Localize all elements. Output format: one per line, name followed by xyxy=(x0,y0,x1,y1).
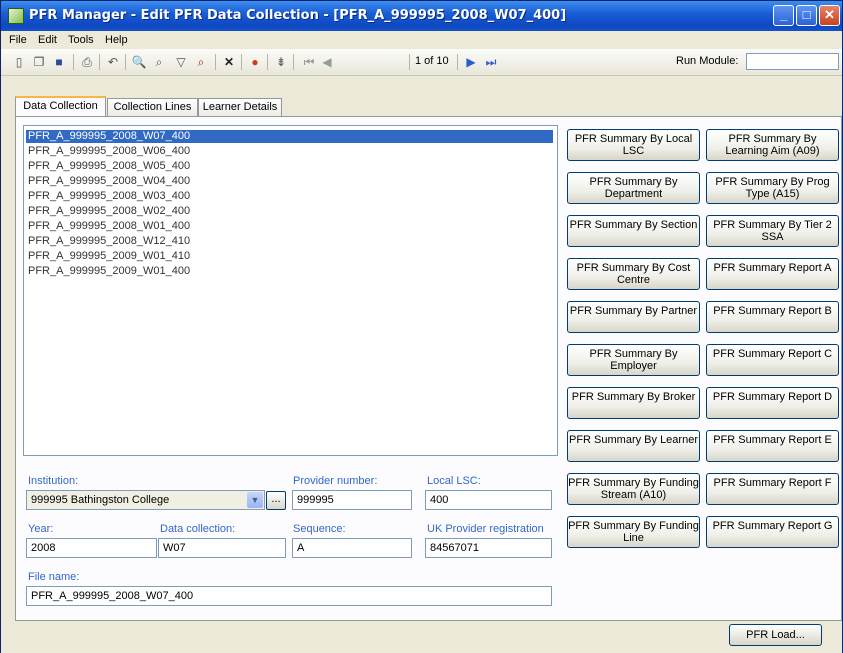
year-label: Year: xyxy=(28,523,54,535)
summary-report-e-button[interactable]: PFR Summary Report E xyxy=(706,430,839,462)
import-icon[interactable]: ⇟ xyxy=(273,54,289,70)
file-name-field[interactable]: PFR_A_999995_2008_W07_400 xyxy=(26,586,552,606)
summary-by-broker-button[interactable]: PFR Summary By Broker xyxy=(567,387,700,419)
summary-by-cost-centre-button[interactable]: PFR Summary By Cost Centre xyxy=(567,258,700,290)
sequence-field[interactable]: A xyxy=(292,538,412,558)
app-window: PFR Manager - Edit PFR Data Collection -… xyxy=(0,0,843,653)
tab-collection-lines[interactable]: Collection Lines xyxy=(107,98,198,116)
data-collection-label: Data collection: xyxy=(160,523,236,535)
copy-icon[interactable]: ❐ xyxy=(31,54,47,70)
summary-by-funding-stream-button[interactable]: PFR Summary By Funding Stream (A10) xyxy=(567,473,700,505)
find-next-icon[interactable]: ⌕ xyxy=(151,54,167,70)
minimize-button[interactable]: _ xyxy=(773,5,794,26)
data-collection-field[interactable]: W07 xyxy=(158,538,286,558)
list-item[interactable]: PFR_A_999995_2008_W06_400 xyxy=(28,145,190,158)
summary-report-c-button[interactable]: PFR Summary Report C xyxy=(706,344,839,376)
list-item[interactable]: PFR_A_999995_2008_W07_400 xyxy=(26,130,553,143)
previous-record-icon[interactable]: ◀ xyxy=(319,54,335,70)
list-item[interactable]: PFR_A_999995_2008_W02_400 xyxy=(28,205,190,218)
run-module-input[interactable] xyxy=(746,53,839,70)
menu-file[interactable]: File xyxy=(9,34,27,46)
window-title: PFR Manager - Edit PFR Data Collection -… xyxy=(29,8,567,23)
filter-icon[interactable]: ▽ xyxy=(173,54,189,70)
first-record-icon[interactable]: ⏮ xyxy=(301,54,317,70)
local-lsc-label: Local LSC: xyxy=(427,475,481,487)
summary-by-funding-line-button[interactable]: PFR Summary By Funding Line xyxy=(567,516,700,548)
delete-icon[interactable]: ✕ xyxy=(221,54,237,70)
tab-data-collection[interactable]: Data Collection xyxy=(15,96,106,116)
menu-tools[interactable]: Tools xyxy=(68,34,94,46)
summary-by-prog-type-button[interactable]: PFR Summary By Prog Type (A15) xyxy=(706,172,839,204)
institution-value: 999995 Bathingston College xyxy=(31,494,170,506)
browse-button[interactable]: ... xyxy=(266,491,286,510)
list-item[interactable]: PFR_A_999995_2008_W04_400 xyxy=(28,175,190,188)
pfr-load-button[interactable]: PFR Load... xyxy=(729,624,822,646)
summary-report-a-button[interactable]: PFR Summary Report A xyxy=(706,258,839,290)
save-icon[interactable]: ■ xyxy=(51,54,67,70)
maximize-button[interactable]: □ xyxy=(796,5,817,26)
menu-help[interactable]: Help xyxy=(105,34,128,46)
summary-report-g-button[interactable]: PFR Summary Report G xyxy=(706,516,839,548)
menu-bar: File Edit Tools Help xyxy=(1,31,842,49)
print-icon[interactable]: ⎙ xyxy=(79,54,95,70)
undo-icon[interactable]: ↶ xyxy=(105,54,121,70)
close-button[interactable]: ✕ xyxy=(819,5,840,26)
title-bar[interactable]: PFR Manager - Edit PFR Data Collection -… xyxy=(1,1,842,31)
summary-report-d-button[interactable]: PFR Summary Report D xyxy=(706,387,839,419)
list-item[interactable]: PFR_A_999995_2009_W01_400 xyxy=(28,265,190,278)
local-lsc-field[interactable]: 400 xyxy=(425,490,552,510)
list-item[interactable]: PFR_A_999995_2008_W05_400 xyxy=(28,160,190,173)
summary-report-f-button[interactable]: PFR Summary Report F xyxy=(706,473,839,505)
uk-provider-registration-field[interactable]: 84567071 xyxy=(425,538,552,558)
stop-icon[interactable]: ● xyxy=(247,54,263,70)
menu-edit[interactable]: Edit xyxy=(38,34,57,46)
summary-by-employer-button[interactable]: PFR Summary By Employer xyxy=(567,344,700,376)
record-position: 1 of 10 xyxy=(415,55,449,67)
status-bar xyxy=(1,621,842,653)
summary-by-tier2-ssa-button[interactable]: PFR Summary By Tier 2 SSA xyxy=(706,215,839,247)
new-icon[interactable]: ▯ xyxy=(11,54,27,70)
list-item[interactable]: PFR_A_999995_2008_W03_400 xyxy=(28,190,190,203)
collection-list[interactable]: PFR_A_999995_2008_W07_400 PFR_A_999995_2… xyxy=(23,125,558,456)
institution-label: Institution: xyxy=(28,475,79,487)
app-icon xyxy=(8,8,24,24)
toolbar: ▯ ❐ ■ ⎙ ↶ 🔍 ⌕ ▽ ⌕ ✕ ● ⇟ ⏮ ◀ 1 of 10 ▶ ⏭ … xyxy=(1,49,842,76)
next-record-icon[interactable]: ▶ xyxy=(463,54,479,70)
list-item[interactable]: PFR_A_999995_2009_W01_410 xyxy=(28,250,190,263)
last-record-icon[interactable]: ⏭ xyxy=(483,54,499,70)
summary-by-partner-button[interactable]: PFR Summary By Partner xyxy=(567,301,700,333)
find-remove-icon[interactable]: ⌕ xyxy=(193,54,209,70)
find-icon[interactable]: 🔍 xyxy=(131,54,147,70)
year-field[interactable]: 2008 xyxy=(26,538,157,558)
provider-number-field[interactable]: 999995 xyxy=(292,490,412,510)
institution-select[interactable]: 999995 Bathingston College ▼ xyxy=(26,490,265,510)
sequence-label: Sequence: xyxy=(293,523,346,535)
summary-by-section-button[interactable]: PFR Summary By Section xyxy=(567,215,700,247)
summary-by-department-button[interactable]: PFR Summary By Department xyxy=(567,172,700,204)
provider-number-label: Provider number: xyxy=(293,475,378,487)
list-item[interactable]: PFR_A_999995_2008_W01_400 xyxy=(28,220,190,233)
summary-by-learner-button[interactable]: PFR Summary By Learner xyxy=(567,430,700,462)
summary-report-b-button[interactable]: PFR Summary Report B xyxy=(706,301,839,333)
tab-learner-details[interactable]: Learner Details xyxy=(198,98,282,116)
chevron-down-icon[interactable]: ▼ xyxy=(247,492,263,508)
run-module-label: Run Module: xyxy=(676,55,739,67)
summary-by-local-lsc-button[interactable]: PFR Summary By Local LSC xyxy=(567,129,700,161)
file-name-label: File name: xyxy=(28,571,80,583)
summary-by-learning-aim-button[interactable]: PFR Summary By Learning Aim (A09) xyxy=(706,129,839,161)
uk-provider-registration-label: UK Provider registration xyxy=(427,523,544,535)
list-item[interactable]: PFR_A_999995_2008_W12_410 xyxy=(28,235,190,248)
